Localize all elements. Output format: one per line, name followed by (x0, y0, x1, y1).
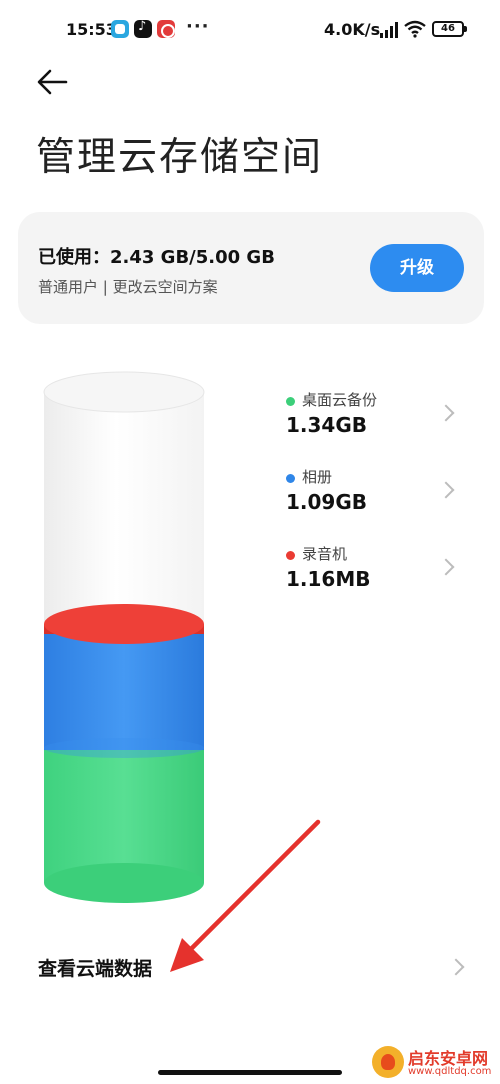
legend-item-desktop-backup[interactable]: 桌面云备份 1.34GB (284, 387, 474, 447)
page-title: 管理云存储空间 (36, 135, 324, 180)
legend-size: 1.09GB (286, 490, 368, 514)
chevron-right-icon (447, 958, 465, 976)
view-cloud-data-label: 查看云端数据 (38, 958, 153, 980)
status-time: 15:53 (66, 20, 117, 39)
status-bar: 15:53 ··· 4.0K/s 46 (0, 0, 500, 60)
chevron-right-icon (437, 404, 455, 422)
legend-item-album[interactable]: 相册 1.09GB (284, 464, 474, 524)
upgrade-button[interactable]: 升级 (370, 244, 464, 292)
legend-name: 桌面云备份 (302, 391, 378, 409)
wifi-icon (404, 20, 426, 38)
chevron-right-icon (437, 481, 455, 499)
app-notification-icon-2 (157, 20, 175, 38)
signal-icon (380, 22, 400, 38)
legend-name: 相册 (302, 468, 333, 486)
used-storage-text: 已使用：2.43 GB/5.00 GB (38, 247, 275, 268)
watermark-logo-icon (372, 1046, 404, 1078)
tiktok-icon (134, 19, 152, 38)
back-arrow-icon[interactable] (34, 66, 70, 98)
chevron-right-icon (437, 558, 455, 576)
annotation-arrow-icon (170, 819, 321, 972)
legend-name: 录音机 (302, 545, 348, 563)
legend-size: 1.34GB (286, 413, 368, 437)
more-notifications-icon: ··· (186, 16, 210, 37)
battery-icon: 46 (432, 21, 467, 37)
watermark-logo: 启东安卓网 www.qdltdq.com (372, 1042, 496, 1082)
home-indicator[interactable] (158, 1070, 342, 1075)
legend-item-recorder[interactable]: 录音机 1.16MB (284, 541, 474, 601)
usage-card: 已使用：2.43 GB/5.00 GB 普通用户 | 更改云空间方案 升级 (18, 212, 484, 324)
plan-subtitle-link[interactable]: 普通用户 | 更改云空间方案 (38, 276, 218, 297)
legend-dot (286, 551, 295, 560)
legend-dot (286, 474, 295, 483)
app-notification-icon (111, 20, 129, 38)
legend-size: 1.16MB (286, 567, 371, 591)
network-speed: 4.0K/s (324, 20, 381, 39)
legend-dot (286, 397, 295, 406)
watermark-url: www.qdltdq.com (408, 1066, 492, 1077)
segment-album (44, 632, 204, 750)
